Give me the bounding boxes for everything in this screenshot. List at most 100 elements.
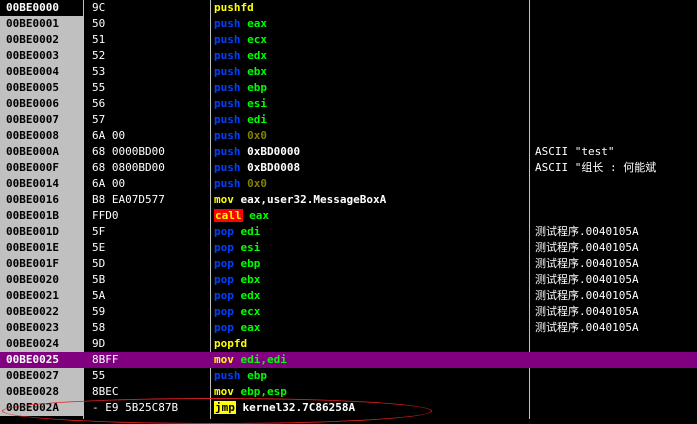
instruction-cell: popfd (214, 336, 526, 352)
mnemonic: push (214, 33, 241, 46)
disasm-row[interactable]: 00BE0002 51 push ecx (0, 32, 697, 48)
operand: esi (247, 97, 267, 110)
disasm-row[interactable]: 00BE0023 58 pop eax 测试程序.0040105A (0, 320, 697, 336)
disasm-row[interactable]: 00BE0025 8BFF mov edi,edi (0, 352, 697, 368)
disasm-row[interactable]: 00BE0004 53 push ebx (0, 64, 697, 80)
mnemonic: popfd (214, 337, 248, 350)
comment-cell (535, 112, 695, 128)
mnemonic: push (214, 129, 241, 142)
disasm-row[interactable]: 00BE000F 68 0800BD00 push 0xBD0008 ASCII "组… (0, 160, 697, 176)
hex-bytes-cell: 68 0000BD00 (92, 145, 165, 158)
address-cell: 00BE0007 (0, 112, 83, 128)
disasm-row[interactable]: 00BE0027 55 push ebp (0, 368, 697, 384)
instruction-cell: push esi (214, 96, 526, 112)
address-cell: 00BE000A (0, 144, 83, 160)
mnemonic: pop (214, 289, 234, 302)
hex-bytes-cell: 5A (92, 289, 106, 302)
address-cell: 00BE001E (0, 240, 83, 256)
disasm-row[interactable]: 00BE0022 59 pop ecx 测试程序.0040105A (0, 304, 697, 320)
mnemonic: push (214, 97, 241, 110)
instruction-cell: push 0xBD0008 (214, 160, 526, 176)
instruction-cell: pop edi (214, 224, 526, 240)
address-cell: 00BE002A (0, 400, 83, 416)
comment-cell (535, 336, 695, 352)
mnemonic: push (214, 49, 241, 62)
disasm-row[interactable]: 00BE0001 50 push eax (0, 16, 697, 32)
hex-bytes-cell: 6A 00 (92, 177, 126, 190)
comment-cell (535, 176, 695, 192)
comment-cell (535, 32, 695, 48)
disasm-row[interactable]: 00BE0003 52 push edx (0, 48, 697, 64)
operand: ebp (240, 257, 261, 270)
disasm-row[interactable]: 00BE001E 5E pop esi 测试程序.0040105A (0, 240, 697, 256)
comment-cell (535, 128, 695, 144)
disasm-row[interactable]: 00BE0020 5B pop ebx 测试程序.0040105A (0, 272, 697, 288)
disasm-row[interactable]: 00BE0024 9D popfd (0, 336, 697, 352)
comment-cell: 测试程序.0040105A (535, 305, 639, 318)
operand: ecx (247, 33, 267, 46)
disasm-row[interactable]: 00BE0028 8BEC mov ebp,esp (0, 384, 697, 400)
disasm-row[interactable]: 00BE0008 6A 00 push 0x0 (0, 128, 697, 144)
hex-bytes-cell: - E9 5B25C87B (92, 401, 179, 414)
disasm-row[interactable]: 00BE001F 5D pop ebp 测试程序.0040105A (0, 256, 697, 272)
instruction-cell: push 0x0 (214, 128, 526, 144)
instruction-cell: pop ebx (214, 272, 526, 288)
disasm-row[interactable]: 00BE0005 55 push ebp (0, 80, 697, 96)
instruction-cell: push 0x0 (214, 176, 526, 192)
comment-cell (535, 80, 695, 96)
address-cell: 00BE0006 (0, 96, 83, 112)
address-cell: 00BE0001 (0, 16, 83, 32)
hex-bytes-cell: 8BFF (92, 353, 119, 366)
disasm-row[interactable]: 00BE000A 68 0000BD00 push 0xBD0000 ASCII "t… (0, 144, 697, 160)
disasm-row[interactable]: 00BE0000 9C pushfd (0, 0, 697, 16)
disasm-row[interactable]: 00BE0006 56 push esi (0, 96, 697, 112)
disasm-row[interactable]: 00BE002A - E9 5B25C87B jmp kernel32.7C8625… (0, 400, 697, 416)
mnemonic: push (214, 145, 241, 158)
address-cell: 00BE0002 (0, 32, 83, 48)
hex-bytes-cell: 5E (92, 241, 106, 254)
disassembly-pane[interactable]: 00BE0000 9C pushfd 00BE0001 50 push eax 00BE00… (0, 0, 697, 419)
mnemonic: push (214, 113, 241, 126)
operand: ebp,esp (240, 385, 287, 398)
hex-bytes-cell: B8 EA07D577 (92, 193, 165, 206)
operand: 0x0 (247, 177, 267, 190)
hex-bytes-cell: 50 (92, 17, 106, 30)
mnemonic: push (214, 177, 241, 190)
operand: 0xBD0008 (247, 161, 301, 174)
hex-bytes-cell: 5F (92, 225, 106, 238)
instruction-cell: pop esi (214, 240, 526, 256)
comment-cell (535, 64, 695, 80)
hex-bytes-cell: 57 (92, 113, 106, 126)
comment-cell: 测试程序.0040105A (535, 257, 639, 270)
disasm-row[interactable]: 00BE001B FFD0 call eax (0, 208, 697, 224)
comment-cell (535, 48, 695, 64)
mnemonic: push (214, 369, 241, 382)
instruction-cell: pop ecx (214, 304, 526, 320)
mnemonic: pop (214, 257, 234, 270)
address-cell: 00BE0021 (0, 288, 83, 304)
operand: ebx (247, 65, 267, 78)
disasm-row[interactable]: 00BE001D 5F pop edi 测试程序.0040105A (0, 224, 697, 240)
instruction-cell: jmp kernel32.7C86258A (214, 400, 526, 416)
operand: edi (247, 113, 267, 126)
operand: edi,edi (240, 353, 287, 366)
address-cell: 00BE000F (0, 160, 83, 176)
address-cell: 00BE0020 (0, 272, 83, 288)
disasm-row[interactable]: 00BE0016 B8 EA07D577 mov eax,user32.Messag… (0, 192, 697, 208)
instruction-cell: push ebp (214, 368, 526, 384)
comment-cell: 测试程序.0040105A (535, 273, 639, 286)
instruction-cell: pop ebp (214, 256, 526, 272)
disasm-row[interactable]: 00BE0021 5A pop edx 测试程序.0040105A (0, 288, 697, 304)
address-cell: 00BE0004 (0, 64, 83, 80)
disasm-row[interactable]: 00BE0014 6A 00 push 0x0 (0, 176, 697, 192)
mnemonic: push (214, 65, 241, 78)
comment-cell (535, 192, 695, 208)
mnemonic: mov (214, 385, 234, 398)
address-cell: 00BE0014 (0, 176, 83, 192)
instruction-cell: mov edi,edi (214, 352, 526, 368)
disasm-row[interactable]: 00BE0007 57 push edi (0, 112, 697, 128)
instruction-cell: call eax (214, 208, 526, 224)
operand: ebx (240, 273, 261, 286)
operand: ebp (247, 369, 267, 382)
mnemonic: pushfd (214, 1, 254, 14)
